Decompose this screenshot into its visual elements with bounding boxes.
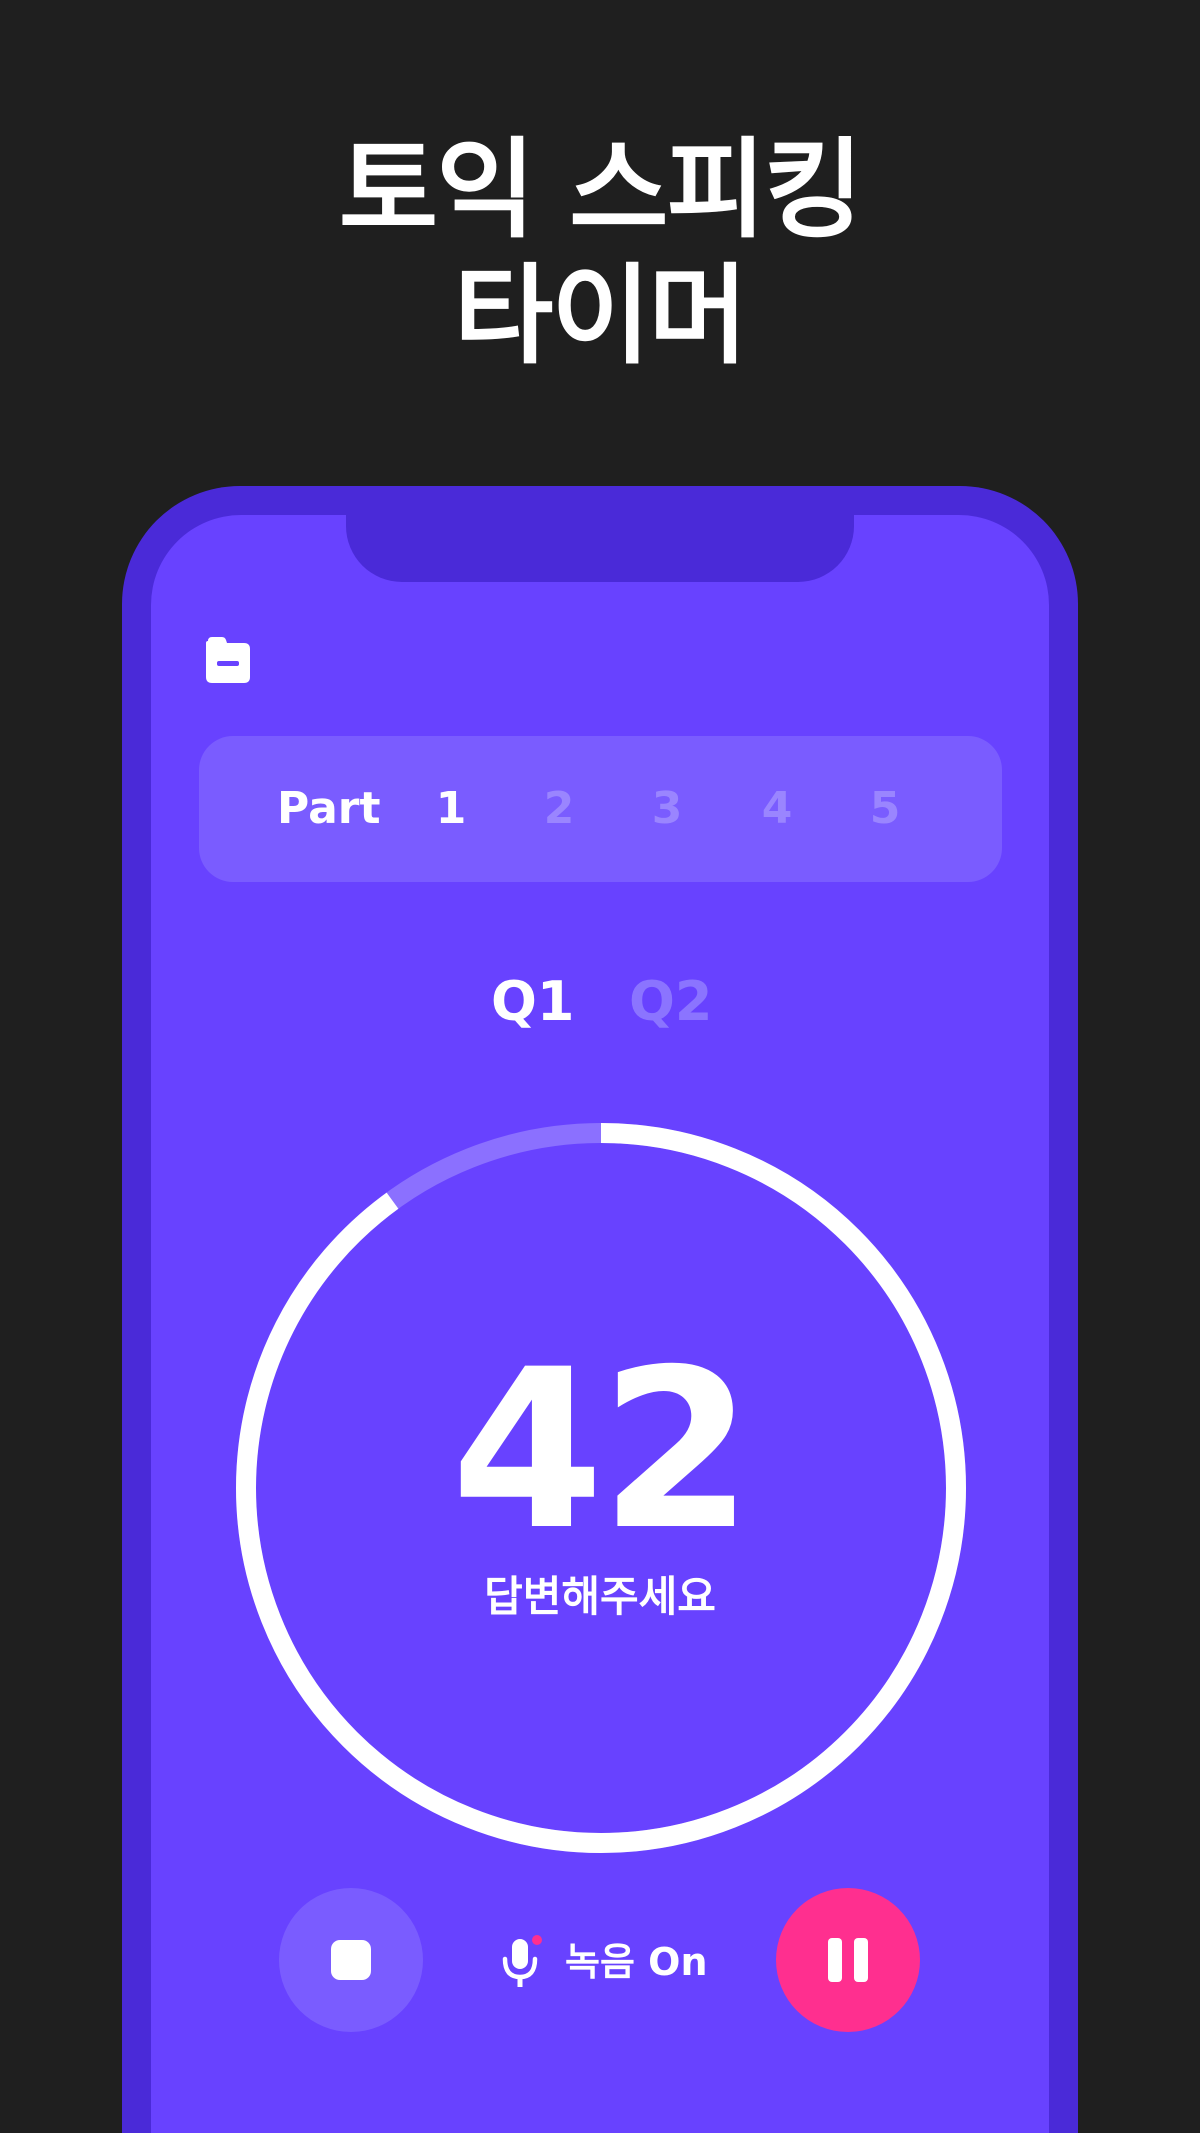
part-selector: Part 1 2 3 4 5 <box>199 736 1002 882</box>
app-store-screenshot: 토익 스피킹 타이머 Part 1 2 3 4 5 Q1 Q2 42 답변해주세… <box>0 0 1200 2133</box>
part-option-5[interactable]: 5 <box>855 736 915 882</box>
microphone-icon <box>502 1935 542 1987</box>
tab-q1[interactable]: Q1 <box>491 967 574 1037</box>
record-status-label: 녹음 On <box>565 1940 708 1984</box>
part-option-3[interactable]: 3 <box>637 736 697 882</box>
part-option-1[interactable]: 1 <box>421 736 481 882</box>
stop-button[interactable] <box>279 1888 423 2032</box>
promo-headline: 토익 스피킹 타이머 <box>0 128 1200 380</box>
folder-icon[interactable] <box>204 635 252 685</box>
headline-line-2: 타이머 <box>453 254 748 379</box>
phone-screen: Part 1 2 3 4 5 Q1 Q2 42 답변해주세요 녹음 On <box>151 515 1049 2133</box>
headline-line-1: 토익 스피킹 <box>338 128 863 253</box>
part-option-2[interactable]: 2 <box>529 736 589 882</box>
stop-icon <box>331 1940 371 1980</box>
pause-button[interactable] <box>776 1888 920 2032</box>
tab-q2[interactable]: Q2 <box>629 967 712 1037</box>
part-label: Part <box>277 783 381 834</box>
timer-caption: 답변해주세요 <box>484 1572 716 1621</box>
timer-countdown: 42 <box>450 1322 753 1578</box>
phone-notch <box>346 515 854 582</box>
part-option-4[interactable]: 4 <box>747 736 807 882</box>
